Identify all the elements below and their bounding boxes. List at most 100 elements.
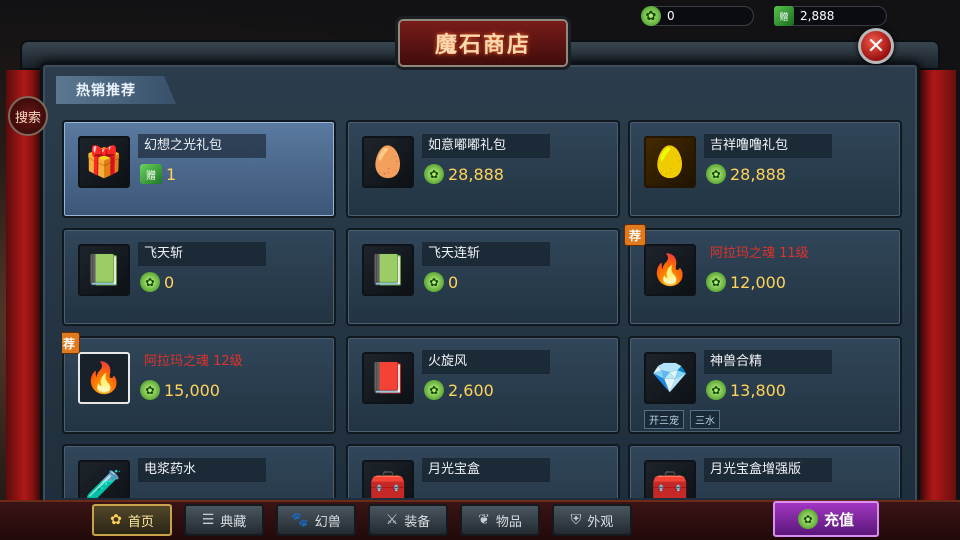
tab-label: 物品 (495, 514, 522, 530)
item-card[interactable]: 📗 飞天斩 ✿ 0 (62, 228, 336, 326)
price-value: 0 (448, 272, 459, 292)
tab-beast[interactable]: 🐾 幻兽 (276, 504, 356, 536)
search-button[interactable]: 搜索 (8, 96, 48, 136)
tab-label: 装备 (404, 514, 431, 530)
price-value: 28,888 (448, 164, 504, 184)
game-scene: 魔石商店 ✿ 0 赠 2,888 ✕ 搜索 热销推荐 🎁 幻想之光礼包赠 1 🥚 如意嘟… (0, 0, 960, 540)
item-price: ✿ 0 (140, 272, 174, 292)
item-price: ✿ 28,888 (424, 164, 504, 184)
right-curtain-decor (916, 70, 956, 510)
item-card[interactable]: 📕 火旋风 ✿ 2,600 (346, 336, 620, 434)
item-name: 月光宝盒 (422, 458, 550, 482)
sword-icon: ⚔ (385, 512, 399, 528)
gem-icon: ✿ (641, 6, 661, 26)
skill-book-icon: 📗 (362, 244, 414, 296)
gem-icon: ✿ (424, 164, 444, 184)
item-price: ✿ 28,888 (706, 164, 786, 184)
shop-title: 魔石商店 (434, 33, 531, 58)
item-name: 阿拉玛之魂 11级 (710, 246, 809, 261)
gem-icon: ✿ (797, 509, 818, 529)
item-name: 飞天斩 (138, 242, 266, 266)
gift-gem-icon: 赠 (140, 164, 162, 184)
item-name: 月光宝盒增强版 (704, 458, 832, 482)
potion-icon: 🧪 (78, 460, 130, 498)
section-header: 热销推荐 (56, 76, 176, 104)
red-soul-icon: 🔥 (644, 244, 696, 296)
tab-flower[interactable]: ✿ 首页 (92, 504, 172, 536)
search-label: 搜索 (14, 110, 41, 126)
tab-label: 首页 (127, 514, 154, 530)
price-value: 13,800 (730, 380, 786, 400)
red-book-icon: 📕 (362, 352, 414, 404)
close-icon: ✕ (866, 33, 886, 59)
item-tags: 开三宠 三水 (644, 410, 720, 429)
leaf-icon: ❦ (478, 512, 490, 528)
item-card[interactable]: 🥚 如意嘟嘟礼包 ✿ 28,888 (346, 120, 620, 218)
beast-icon: 🐾 (291, 512, 309, 528)
item-grid: 🎁 幻想之光礼包赠 1 🥚 如意嘟嘟礼包 ✿ 28,888 🥚 吉祥噜噜礼包 ✿ 28,888 📗 飞天… (62, 120, 906, 498)
gem-icon: ✿ (140, 272, 160, 292)
tab-armor[interactable]: ⛨ 外观 (552, 504, 632, 536)
price-value: 2,600 (448, 380, 494, 400)
item-tag: 三水 (690, 410, 720, 429)
item-card[interactable]: 💎 神兽合精 ✿ 13,800 开三宠 三水 (628, 336, 902, 434)
flower-icon: ✿ (110, 512, 122, 528)
item-name: 飞天连斩 (422, 242, 550, 266)
gift-gem-amount: 2,888 (800, 9, 835, 23)
tab-sword[interactable]: ⚔ 装备 (368, 504, 448, 536)
item-card[interactable]: 🧰 月光宝盒增强版 (628, 444, 902, 498)
gem-icon: ✿ (706, 164, 726, 184)
item-name: 火旋风 (422, 350, 550, 374)
scroll-icon: ☰ (201, 512, 215, 528)
item-name: 吉祥噜噜礼包 (704, 134, 832, 158)
gem-icon: ✿ (706, 380, 726, 400)
gem-icon: ✿ (424, 380, 444, 400)
item-card[interactable]: 🎁 幻想之光礼包赠 1 (62, 120, 336, 218)
close-button[interactable]: ✕ (858, 28, 894, 64)
item-tag: 开三宠 (644, 410, 684, 429)
tab-scroll[interactable]: ☰ 典藏 (184, 504, 264, 536)
item-price: ✿ 0 (424, 272, 458, 292)
gem-icon: ✿ (140, 380, 160, 400)
gift-gem-balance: 赠 2,888 (774, 6, 887, 26)
item-price: ✿ 12,000 (706, 272, 786, 292)
item-card[interactable]: 🔥 荐阿拉玛之魂 12级 ✿ 15,000 (62, 332, 336, 434)
armor-icon: ⛨ (570, 512, 582, 528)
section-title: 热销推荐 (76, 83, 136, 99)
item-card[interactable]: 📗 飞天连斩 ✿ 0 (346, 228, 620, 326)
price-value: 0 (164, 272, 175, 292)
tab-label: 典藏 (220, 514, 247, 530)
item-name: 如意嘟嘟礼包 (422, 134, 550, 158)
item-card[interactable]: 🧪 电浆药水 (62, 444, 336, 498)
recharge-label: 充值 (823, 510, 854, 529)
gem-icon: ✿ (424, 272, 444, 292)
shop-title-plate: 魔石商店 (395, 16, 571, 70)
treasure-chest-icon: 🧰 (362, 460, 414, 498)
price-value: 1 (166, 164, 177, 184)
gem-icon: ✿ (706, 272, 726, 292)
recharge-button[interactable]: ✿ 充值 (773, 501, 879, 537)
price-value: 12,000 (730, 272, 786, 292)
item-card[interactable]: 🥚 吉祥噜噜礼包 ✿ 28,888 (628, 120, 902, 218)
purple-crystal-icon: 💎 (644, 352, 696, 404)
recommend-badge: 荐 (62, 332, 80, 354)
red-soul-icon: 🔥 (78, 352, 130, 404)
item-price: ✿ 15,000 (140, 380, 220, 400)
tab-label: 幻兽 (314, 514, 341, 530)
price-value: 15,000 (164, 380, 220, 400)
item-price: ✿ 2,600 (424, 380, 494, 400)
recommend-badge: 荐 (624, 224, 646, 246)
golden-egg-icon: 🥚 (644, 136, 696, 188)
item-card[interactable]: 🧰 月光宝盒 (346, 444, 620, 498)
gem-balance: ✿ 0 (641, 6, 754, 26)
item-price: 赠1 (140, 164, 176, 184)
tab-label: 外观 (587, 514, 614, 530)
gift-gem-icon: 赠 (774, 6, 794, 26)
white-egg-icon: 🥚 (362, 136, 414, 188)
gem-amount: 0 (667, 9, 675, 23)
tab-leaf[interactable]: ❦ 物品 (460, 504, 540, 536)
item-card[interactable]: 🔥 荐阿拉玛之魂 11级 ✿ 12,000 (624, 224, 902, 326)
item-name: 神兽合精 (704, 350, 832, 374)
skill-book-icon: 📗 (78, 244, 130, 296)
item-name: 阿拉玛之魂 12级 (144, 354, 243, 369)
